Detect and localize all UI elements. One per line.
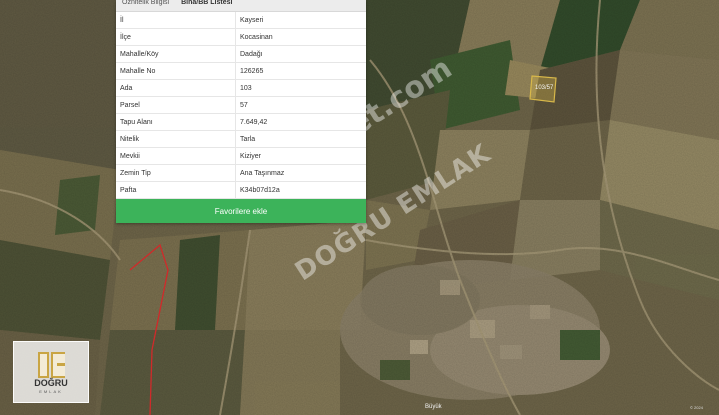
place-label: Büyük — [425, 404, 442, 410]
tab-attributes[interactable]: Öznitelik Bilgisi — [116, 0, 175, 11]
row-value: 57 — [235, 96, 366, 114]
table-row: Pafta K34b07d12a — [116, 181, 366, 199]
row-label: Mahalle No — [116, 62, 236, 80]
table-row: Tapu Alanı 7.649,42 — [116, 113, 366, 131]
table-row: Mahalle/Köy Dadağı — [116, 45, 366, 63]
dogru-emlak-logo: DOĞRU EMLAK — [13, 341, 89, 403]
parcel-label: 103/57 — [535, 85, 554, 91]
row-label: Zemin Tip — [116, 164, 236, 182]
tab-building-list[interactable]: Bina/BB Listesi — [175, 0, 238, 11]
table-row: Nitelik Tarla — [116, 130, 366, 148]
logo-mark-icon — [38, 352, 65, 378]
row-value: Dadağı — [235, 45, 366, 63]
row-label: Mahalle/Köy — [116, 45, 236, 63]
table-row: Zemin Tip Ana Taşınmaz — [116, 164, 366, 182]
row-label: Mevkii — [116, 147, 236, 165]
table-row: Ada 103 — [116, 79, 366, 97]
table-row: Mevkii Kiziyer — [116, 147, 366, 165]
row-label: Pafta — [116, 181, 236, 199]
add-to-favorites-button[interactable]: Favorilere ekle — [116, 199, 366, 223]
row-label: Parsel — [116, 96, 236, 114]
row-value: K34b07d12a — [235, 181, 366, 199]
row-value: 103 — [235, 79, 366, 97]
row-label: Nitelik — [116, 130, 236, 148]
table-row: Mahalle No 126265 — [116, 62, 366, 80]
logo-name: DOĞRU — [34, 378, 68, 388]
table-row: İl Kayseri — [116, 12, 366, 29]
row-label: Tapu Alanı — [116, 113, 236, 131]
row-value: Ana Taşınmaz — [235, 164, 366, 182]
row-value: 7.649,42 — [235, 113, 366, 131]
map-attribution: © 2024 — [690, 405, 703, 410]
table-row: İlçe Kocasinan — [116, 28, 366, 46]
parcel-info-panel: Öznitelik Bilgisi Bina/BB Listesi İl Kays… — [116, 0, 366, 223]
row-value: Tarla — [235, 130, 366, 148]
row-value: Kocasinan — [235, 28, 366, 46]
logo-subtitle: EMLAK — [39, 389, 63, 394]
panel-tabs: Öznitelik Bilgisi Bina/BB Listesi — [116, 0, 366, 12]
row-value: 126265 — [235, 62, 366, 80]
parcel-attributes-table: İl Kayseri İlçe Kocasinan Mahalle/Köy Dadağı M… — [116, 12, 366, 199]
row-value: Kiziyer — [235, 147, 366, 165]
row-label: Ada — [116, 79, 236, 97]
row-label: İlçe — [116, 28, 236, 46]
table-row: Parsel 57 — [116, 96, 366, 114]
row-label: İl — [116, 12, 236, 29]
row-value: Kayseri — [235, 12, 366, 29]
